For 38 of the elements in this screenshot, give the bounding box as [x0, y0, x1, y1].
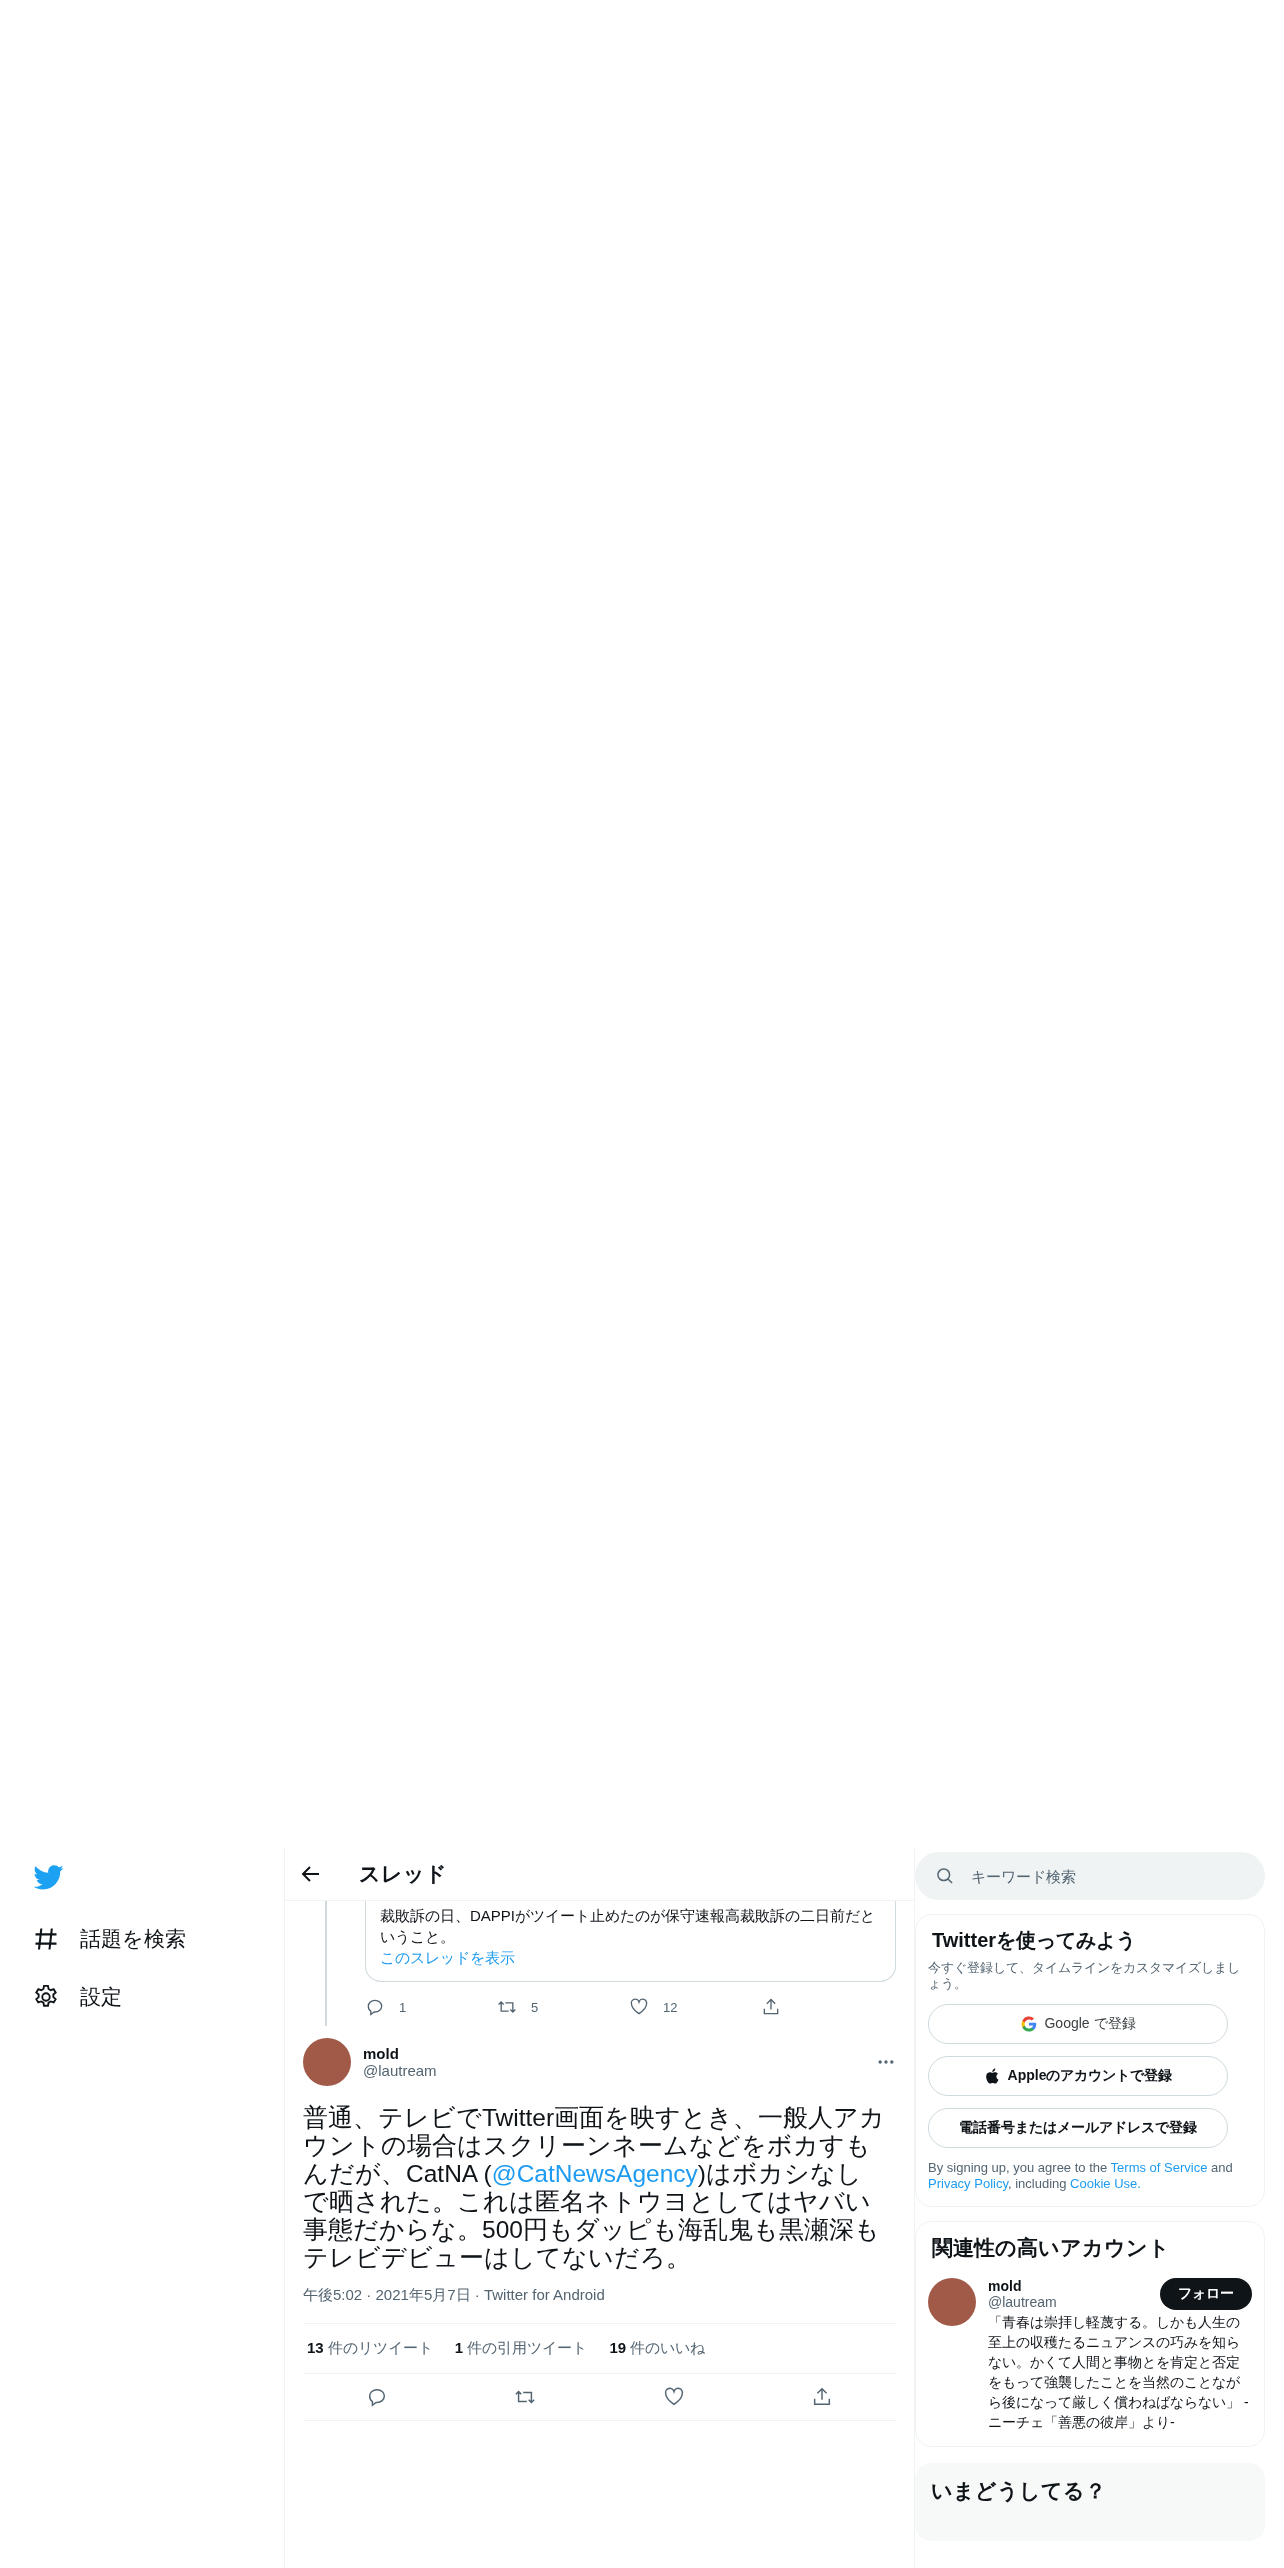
search-icon: [935, 1866, 955, 1886]
avatar[interactable]: [303, 2038, 351, 2086]
tweet-text: 普通、テレビでTwitter画面を映すとき、一般人アカウントの場合はスクリーンネームなどをボカすもんだが、CatNA (@CatNewsAgency)はボカシなしで晒された。これは匿名ネトウヨとしてはヤバい事態だからな。500円もダッピも海乱鬼も黒瀬深もテレビデビューはしてないだろ。: [303, 2104, 887, 2272]
nav-item[interactable]: 話題を検索: [32, 1910, 186, 1968]
quoted-tweet-card[interactable]: 裁敗訴の日、DAPPIがツイート止めたのが保守速報高裁敗訴の二日前だということ。 このスレッドを表示: [365, 1901, 896, 1982]
user-name[interactable]: mold: [988, 2278, 1160, 2294]
bird-logo-icon[interactable]: [34, 1862, 64, 1892]
action-count: 5: [531, 1999, 539, 2015]
header-title: スレッド: [359, 1861, 447, 1887]
stat-link[interactable]: 1 件の引用ツイート: [454, 2339, 588, 2358]
signup-button[interactable]: Google で登録: [928, 2004, 1228, 2044]
legal-text: By signing up, you agree to the Terms of Service and Privacy Policy, including Cookie Use.: [928, 2160, 1234, 2192]
share-icon[interactable]: [761, 1997, 781, 2017]
card-title: いまどうしてる？: [930, 2478, 1107, 2505]
reply-icon[interactable]: [365, 1997, 385, 2017]
more-icon[interactable]: [876, 2057, 896, 2067]
card-title: Twitterを使ってみよう: [931, 1928, 1138, 1953]
nav-item[interactable]: 設定: [32, 1968, 122, 2026]
tweet-meta: 午後5:02 · 2021年5月7日 · Twitter for Android: [303, 2286, 606, 2305]
stat-link[interactable]: 19 件のいいね: [609, 2339, 706, 2358]
heart-icon[interactable]: [629, 1997, 649, 2017]
follow-button[interactable]: フォロー: [1160, 2278, 1252, 2310]
quoted-tweet-text: 裁敗訴の日、DAPPIがツイート止めたのが保守速報高裁敗訴の二日前だということ。: [380, 1906, 876, 1947]
signup-button[interactable]: Appleのアカウントで登録: [928, 2056, 1228, 2096]
heart-icon[interactable]: [662, 2386, 685, 2408]
card-title: 関連性の高いアカウント: [931, 2235, 1171, 2261]
stat-link[interactable]: 13 件のリツイート: [307, 2339, 433, 2358]
user-name[interactable]: mold: [363, 2045, 864, 2062]
user-handle[interactable]: @lautream: [988, 2294, 1160, 2310]
signup-button[interactable]: 電話番号またはメールアドレスで登録: [928, 2108, 1228, 2148]
google-g-icon: [1020, 2015, 1039, 2033]
user-bio: 「青春は崇拝し軽蔑する。しかも人生の至上の収穫たるニュアンスの巧みを知らない。かくて人間と事物とを肯定と否定をもって強襲したことを当然のことながら後になって厳しく償わねばならない」 -ニーチェ「善悪の彼岸」より-: [988, 2313, 1250, 2432]
action-count: 1: [399, 1999, 407, 2015]
avatar[interactable]: [928, 2278, 976, 2326]
card-subtitle: 今すぐ登録して、タイムラインをカスタマイズしましょう。: [928, 1960, 1241, 1992]
action-count: 12: [663, 1999, 678, 2015]
search-field[interactable]: キーワード検索: [915, 1852, 1265, 1900]
user-handle[interactable]: @lautream: [363, 2062, 864, 2079]
